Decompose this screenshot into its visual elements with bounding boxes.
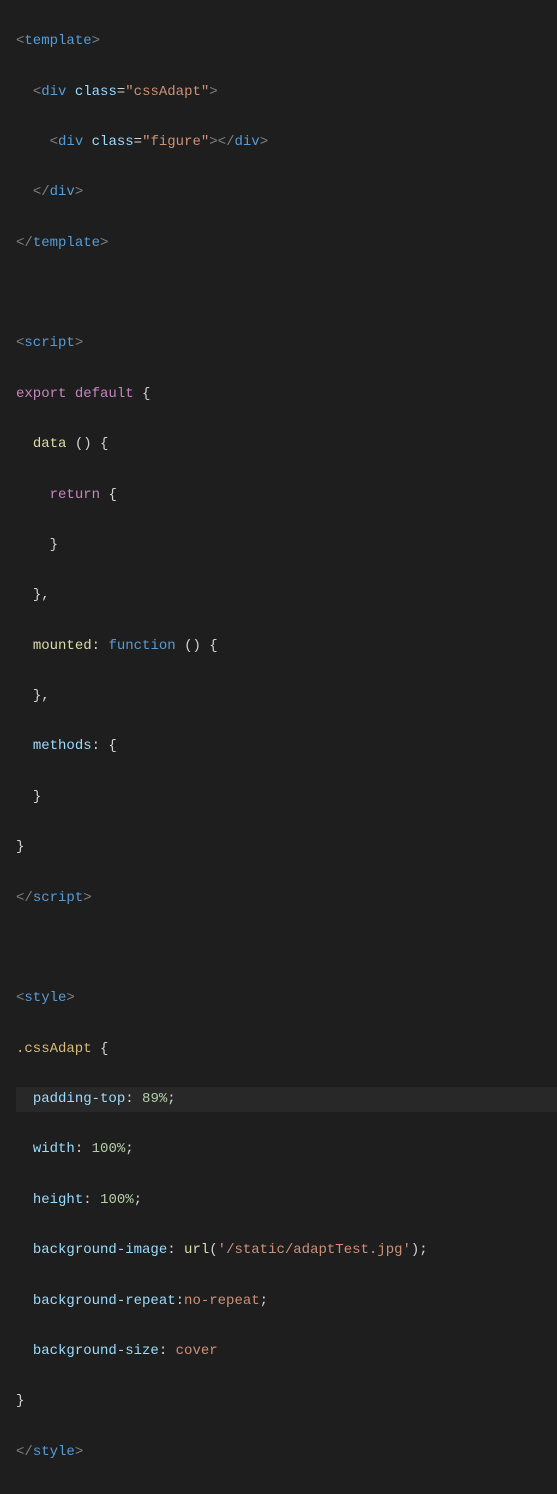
code-line: methods: { [16,734,557,759]
code-line: width: 100%; [16,1137,557,1162]
code-line: } [16,1389,557,1414]
code-line: <style> [16,986,557,1011]
code-line: background-image: url('/static/adaptTest… [16,1238,557,1263]
code-line: </div> [16,180,557,205]
blank-line [16,936,557,961]
code-editor[interactable]: <template> <div class="cssAdapt"> <div c… [0,0,557,1494]
blank-line [16,281,557,306]
code-line: </script> [16,886,557,911]
code-line: } [16,835,557,860]
code-line: background-repeat:no-repeat; [16,1289,557,1314]
code-line: background-size: cover [16,1339,557,1364]
code-line: height: 100%; [16,1188,557,1213]
code-line: export default { [16,382,557,407]
code-line: mounted: function () { [16,634,557,659]
code-line: return { [16,483,557,508]
code-line: <div class="cssAdapt"> [16,80,557,105]
code-line-active: padding-top: 89%; [16,1087,557,1112]
code-line: }, [16,684,557,709]
code-line: <script> [16,331,557,356]
code-line: } [16,785,557,810]
code-line: data () { [16,432,557,457]
code-line: <div class="figure"></div> [16,130,557,155]
code-line: .cssAdapt { [16,1037,557,1062]
code-line: <template> [16,29,557,54]
code-line: </template> [16,231,557,256]
code-line: }, [16,583,557,608]
code-line: </style> [16,1440,557,1465]
code-line: } [16,533,557,558]
